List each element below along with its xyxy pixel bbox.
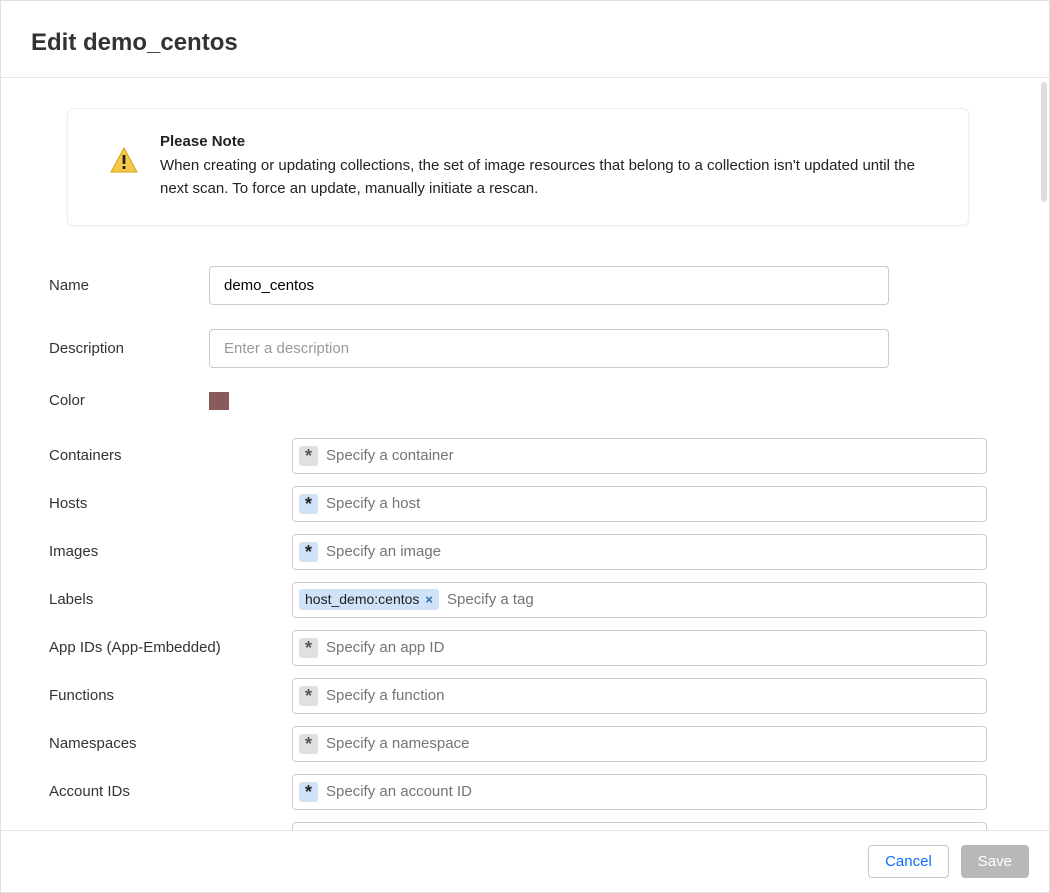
row-description: Description <box>49 329 987 368</box>
row-functions: Functions * <box>49 678 987 714</box>
cancel-button[interactable]: Cancel <box>868 845 949 878</box>
labels-tag-chip[interactable]: host_demo:centos × <box>299 589 439 610</box>
images-text-input[interactable] <box>320 541 980 562</box>
info-note: Please Note When creating or updating co… <box>67 108 969 226</box>
row-color: Color <box>49 392 987 410</box>
coderepos-text-input[interactable] <box>320 829 980 830</box>
functions-label: Functions <box>49 687 292 704</box>
containers-label: Containers <box>49 447 292 464</box>
row-containers: Containers * <box>49 438 987 474</box>
edit-collection-dialog: Edit demo_centos Please Note When creati… <box>0 0 1050 893</box>
color-swatch[interactable] <box>209 392 229 410</box>
hosts-label: Hosts <box>49 495 292 512</box>
images-label: Images <box>49 543 292 560</box>
dialog-content[interactable]: Please Note When creating or updating co… <box>1 78 1049 830</box>
description-input[interactable] <box>209 329 889 368</box>
scrollbar-thumb[interactable] <box>1041 82 1047 202</box>
functions-text-input[interactable] <box>320 685 980 706</box>
accountids-text-input[interactable] <box>320 781 980 802</box>
accountids-label: Account IDs <box>49 783 292 800</box>
hosts-input[interactable]: * <box>292 486 987 522</box>
namespaces-wildcard-chip[interactable]: * <box>299 734 318 754</box>
note-body: When creating or updating collections, t… <box>160 154 940 201</box>
row-labels: Labels host_demo:centos × <box>49 582 987 618</box>
name-label: Name <box>49 277 209 294</box>
hosts-wildcard-chip[interactable]: * <box>299 494 318 514</box>
note-title: Please Note <box>160 133 940 150</box>
color-label: Color <box>49 392 209 409</box>
row-namespaces: Namespaces * <box>49 726 987 762</box>
dialog-footer: Cancel Save <box>1 830 1049 892</box>
functions-wildcard-chip[interactable]: * <box>299 686 318 706</box>
containers-wildcard-chip[interactable]: * <box>299 446 318 466</box>
dialog-header: Edit demo_centos <box>1 1 1049 78</box>
coderepos-input[interactable]: * <box>292 822 987 831</box>
appids-label: App IDs (App-Embedded) <box>49 639 292 656</box>
page-title: Edit demo_centos <box>31 29 1029 57</box>
row-appids: App IDs (App-Embedded) * <box>49 630 987 666</box>
warning-icon <box>110 147 138 173</box>
labels-input[interactable]: host_demo:centos × <box>292 582 987 618</box>
hosts-text-input[interactable] <box>320 493 980 514</box>
coderepos-wildcard-chip[interactable]: * <box>299 830 318 831</box>
labels-tag-chip-text: host_demo:centos <box>305 591 419 608</box>
row-coderepos: Code Repositories * <box>49 822 987 831</box>
accountids-wildcard-chip[interactable]: * <box>299 782 318 802</box>
row-images: Images * <box>49 534 987 570</box>
row-name: Name <box>49 266 987 305</box>
namespaces-input[interactable]: * <box>292 726 987 762</box>
appids-wildcard-chip[interactable]: * <box>299 638 318 658</box>
row-accountids: Account IDs * <box>49 774 987 810</box>
containers-input[interactable]: * <box>292 438 987 474</box>
images-input[interactable]: * <box>292 534 987 570</box>
functions-input[interactable]: * <box>292 678 987 714</box>
namespaces-text-input[interactable] <box>320 733 980 754</box>
save-button[interactable]: Save <box>961 845 1029 878</box>
appids-input[interactable]: * <box>292 630 987 666</box>
appids-text-input[interactable] <box>320 637 980 658</box>
labels-tag-remove-icon[interactable]: × <box>425 592 433 608</box>
containers-text-input[interactable] <box>320 445 980 466</box>
images-wildcard-chip[interactable]: * <box>299 542 318 562</box>
name-input[interactable] <box>209 266 889 305</box>
description-label: Description <box>49 340 209 357</box>
namespaces-label: Namespaces <box>49 735 292 752</box>
labels-label: Labels <box>49 591 292 608</box>
accountids-input[interactable]: * <box>292 774 987 810</box>
row-hosts: Hosts * <box>49 486 987 522</box>
labels-text-input[interactable] <box>441 589 980 610</box>
